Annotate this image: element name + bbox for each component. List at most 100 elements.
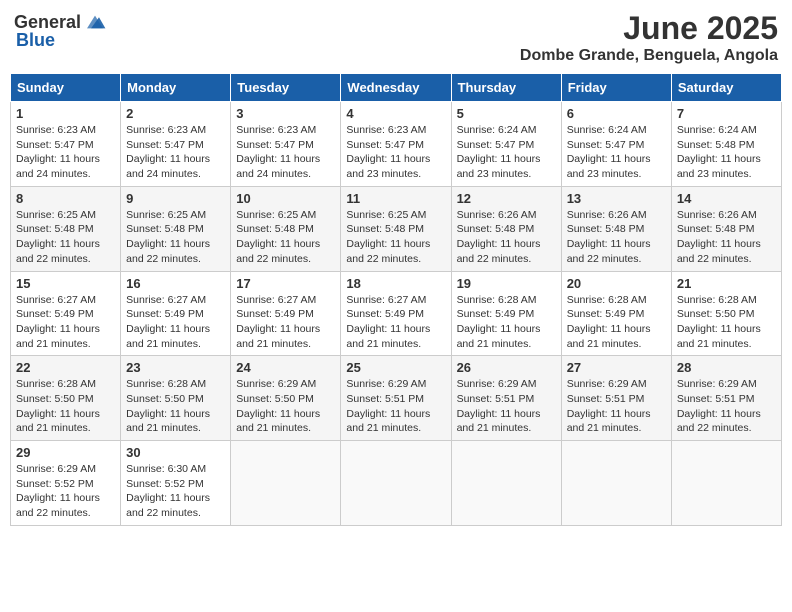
- weekday-header-monday: Monday: [121, 74, 231, 102]
- day-number: 10: [236, 191, 335, 206]
- day-number: 5: [457, 106, 556, 121]
- calendar-week-row: 1Sunrise: 6:23 AM Sunset: 5:47 PM Daylig…: [11, 102, 782, 187]
- day-number: 22: [16, 360, 115, 375]
- weekday-header-thursday: Thursday: [451, 74, 561, 102]
- day-info: Sunrise: 6:23 AM Sunset: 5:47 PM Dayligh…: [126, 123, 225, 182]
- calendar-cell: 20 Sunrise: 6:28 AM Sunset: 5:49 PM Dayli…: [561, 271, 671, 356]
- day-info: Sunrise: 6:28 AM Sunset: 5:50 PM Dayligh…: [126, 377, 225, 436]
- day-info: Sunrise: 6:26 AM Sunset: 5:48 PM Dayligh…: [567, 208, 666, 267]
- calendar-cell: 4Sunrise: 6:23 AM Sunset: 5:47 PM Daylig…: [341, 102, 451, 187]
- calendar-cell: 3 Sunrise: 6:23 AM Sunset: 5:47 PM Daylig…: [231, 102, 341, 187]
- day-info: Sunrise: 6:25 AM Sunset: 5:48 PM Dayligh…: [346, 208, 445, 267]
- day-info: Sunrise: 6:29 AM Sunset: 5:51 PM Dayligh…: [346, 377, 445, 436]
- calendar-cell: 17 Sunrise: 6:27 AM Sunset: 5:49 PM Dayli…: [231, 271, 341, 356]
- calendar-cell: 28Sunrise: 6:29 AM Sunset: 5:51 PM Dayli…: [671, 356, 781, 441]
- day-info: Sunrise: 6:23 AM Sunset: 5:47 PM Dayligh…: [16, 123, 115, 182]
- calendar-cell: 22 Sunrise: 6:28 AM Sunset: 5:50 PM Dayli…: [11, 356, 121, 441]
- day-info: Sunrise: 6:24 AM Sunset: 5:47 PM Dayligh…: [457, 123, 556, 182]
- calendar-cell: [671, 441, 781, 526]
- calendar-cell: 18Sunrise: 6:27 AM Sunset: 5:49 PM Dayli…: [341, 271, 451, 356]
- calendar-cell: 24 Sunrise: 6:29 AM Sunset: 5:50 PM Dayli…: [231, 356, 341, 441]
- day-info: Sunrise: 6:25 AM Sunset: 5:48 PM Dayligh…: [16, 208, 115, 267]
- day-number: 4: [346, 106, 445, 121]
- day-info: Sunrise: 6:27 AM Sunset: 5:49 PM Dayligh…: [126, 293, 225, 352]
- day-info: Sunrise: 6:28 AM Sunset: 5:50 PM Dayligh…: [677, 293, 776, 352]
- calendar-week-row: 15 Sunrise: 6:27 AM Sunset: 5:49 PM Dayli…: [11, 271, 782, 356]
- calendar-week-row: 8 Sunrise: 6:25 AM Sunset: 5:48 PM Daylig…: [11, 186, 782, 271]
- day-number: 23: [126, 360, 225, 375]
- calendar-cell: [451, 441, 561, 526]
- day-info: Sunrise: 6:29 AM Sunset: 5:51 PM Dayligh…: [567, 377, 666, 436]
- day-info: Sunrise: 6:26 AM Sunset: 5:48 PM Dayligh…: [457, 208, 556, 267]
- calendar-week-row: 29 Sunrise: 6:29 AM Sunset: 5:52 PM Dayli…: [11, 441, 782, 526]
- calendar-cell: [341, 441, 451, 526]
- day-info: Sunrise: 6:27 AM Sunset: 5:49 PM Dayligh…: [346, 293, 445, 352]
- day-info: Sunrise: 6:29 AM Sunset: 5:51 PM Dayligh…: [457, 377, 556, 436]
- day-number: 19: [457, 276, 556, 291]
- calendar-cell: 19 Sunrise: 6:28 AM Sunset: 5:49 PM Dayli…: [451, 271, 561, 356]
- day-number: 8: [16, 191, 115, 206]
- weekday-header-tuesday: Tuesday: [231, 74, 341, 102]
- day-number: 3: [236, 106, 335, 121]
- logo-blue-text: Blue: [16, 30, 55, 51]
- day-info: Sunrise: 6:29 AM Sunset: 5:50 PM Dayligh…: [236, 377, 335, 436]
- calendar-cell: 13 Sunrise: 6:26 AM Sunset: 5:48 PM Dayli…: [561, 186, 671, 271]
- calendar-cell: 23 Sunrise: 6:28 AM Sunset: 5:50 PM Dayli…: [121, 356, 231, 441]
- day-number: 7: [677, 106, 776, 121]
- calendar-cell: 15 Sunrise: 6:27 AM Sunset: 5:49 PM Dayli…: [11, 271, 121, 356]
- calendar-cell: 14 Sunrise: 6:26 AM Sunset: 5:48 PM Dayli…: [671, 186, 781, 271]
- day-info: Sunrise: 6:28 AM Sunset: 5:50 PM Dayligh…: [16, 377, 115, 436]
- location-title: Dombe Grande, Benguela, Angola: [520, 47, 778, 65]
- day-number: 20: [567, 276, 666, 291]
- day-number: 14: [677, 191, 776, 206]
- day-info: Sunrise: 6:23 AM Sunset: 5:47 PM Dayligh…: [236, 123, 335, 182]
- logo: General Blue: [14, 10, 107, 51]
- day-number: 16: [126, 276, 225, 291]
- day-info: Sunrise: 6:27 AM Sunset: 5:49 PM Dayligh…: [236, 293, 335, 352]
- day-number: 25: [346, 360, 445, 375]
- calendar-cell: 1Sunrise: 6:23 AM Sunset: 5:47 PM Daylig…: [11, 102, 121, 187]
- calendar-cell: 10 Sunrise: 6:25 AM Sunset: 5:48 PM Dayli…: [231, 186, 341, 271]
- day-info: Sunrise: 6:28 AM Sunset: 5:49 PM Dayligh…: [567, 293, 666, 352]
- day-number: 13: [567, 191, 666, 206]
- day-info: Sunrise: 6:27 AM Sunset: 5:49 PM Dayligh…: [16, 293, 115, 352]
- day-info: Sunrise: 6:30 AM Sunset: 5:52 PM Dayligh…: [126, 462, 225, 521]
- day-number: 15: [16, 276, 115, 291]
- logo-icon: [83, 10, 107, 34]
- day-info: Sunrise: 6:28 AM Sunset: 5:49 PM Dayligh…: [457, 293, 556, 352]
- day-number: 6: [567, 106, 666, 121]
- day-info: Sunrise: 6:25 AM Sunset: 5:48 PM Dayligh…: [236, 208, 335, 267]
- day-info: Sunrise: 6:24 AM Sunset: 5:48 PM Dayligh…: [677, 123, 776, 182]
- header: General Blue June 2025 Dombe Grande, Ben…: [10, 10, 782, 65]
- calendar-cell: 7 Sunrise: 6:24 AM Sunset: 5:48 PM Daylig…: [671, 102, 781, 187]
- calendar-cell: 9Sunrise: 6:25 AM Sunset: 5:48 PM Daylig…: [121, 186, 231, 271]
- calendar-cell: 2 Sunrise: 6:23 AM Sunset: 5:47 PM Daylig…: [121, 102, 231, 187]
- calendar-cell: [561, 441, 671, 526]
- day-number: 17: [236, 276, 335, 291]
- day-number: 30: [126, 445, 225, 460]
- day-number: 9: [126, 191, 225, 206]
- calendar: SundayMondayTuesdayWednesdayThursdayFrid…: [10, 73, 782, 526]
- calendar-cell: 12Sunrise: 6:26 AM Sunset: 5:48 PM Dayli…: [451, 186, 561, 271]
- day-number: 27: [567, 360, 666, 375]
- day-number: 29: [16, 445, 115, 460]
- day-info: Sunrise: 6:29 AM Sunset: 5:52 PM Dayligh…: [16, 462, 115, 521]
- weekday-header-saturday: Saturday: [671, 74, 781, 102]
- calendar-cell: 5 Sunrise: 6:24 AM Sunset: 5:47 PM Daylig…: [451, 102, 561, 187]
- calendar-cell: 25 Sunrise: 6:29 AM Sunset: 5:51 PM Dayli…: [341, 356, 451, 441]
- weekday-header-friday: Friday: [561, 74, 671, 102]
- day-number: 21: [677, 276, 776, 291]
- day-info: Sunrise: 6:26 AM Sunset: 5:48 PM Dayligh…: [677, 208, 776, 267]
- title-area: June 2025 Dombe Grande, Benguela, Angola: [520, 10, 778, 65]
- calendar-cell: 8 Sunrise: 6:25 AM Sunset: 5:48 PM Daylig…: [11, 186, 121, 271]
- day-number: 24: [236, 360, 335, 375]
- day-number: 11: [346, 191, 445, 206]
- calendar-cell: 26Sunrise: 6:29 AM Sunset: 5:51 PM Dayli…: [451, 356, 561, 441]
- day-number: 2: [126, 106, 225, 121]
- calendar-cell: 29 Sunrise: 6:29 AM Sunset: 5:52 PM Dayli…: [11, 441, 121, 526]
- month-title: June 2025: [520, 10, 778, 47]
- calendar-cell: 30 Sunrise: 6:30 AM Sunset: 5:52 PM Dayli…: [121, 441, 231, 526]
- calendar-cell: 16 Sunrise: 6:27 AM Sunset: 5:49 PM Dayli…: [121, 271, 231, 356]
- day-number: 28: [677, 360, 776, 375]
- calendar-week-row: 22 Sunrise: 6:28 AM Sunset: 5:50 PM Dayli…: [11, 356, 782, 441]
